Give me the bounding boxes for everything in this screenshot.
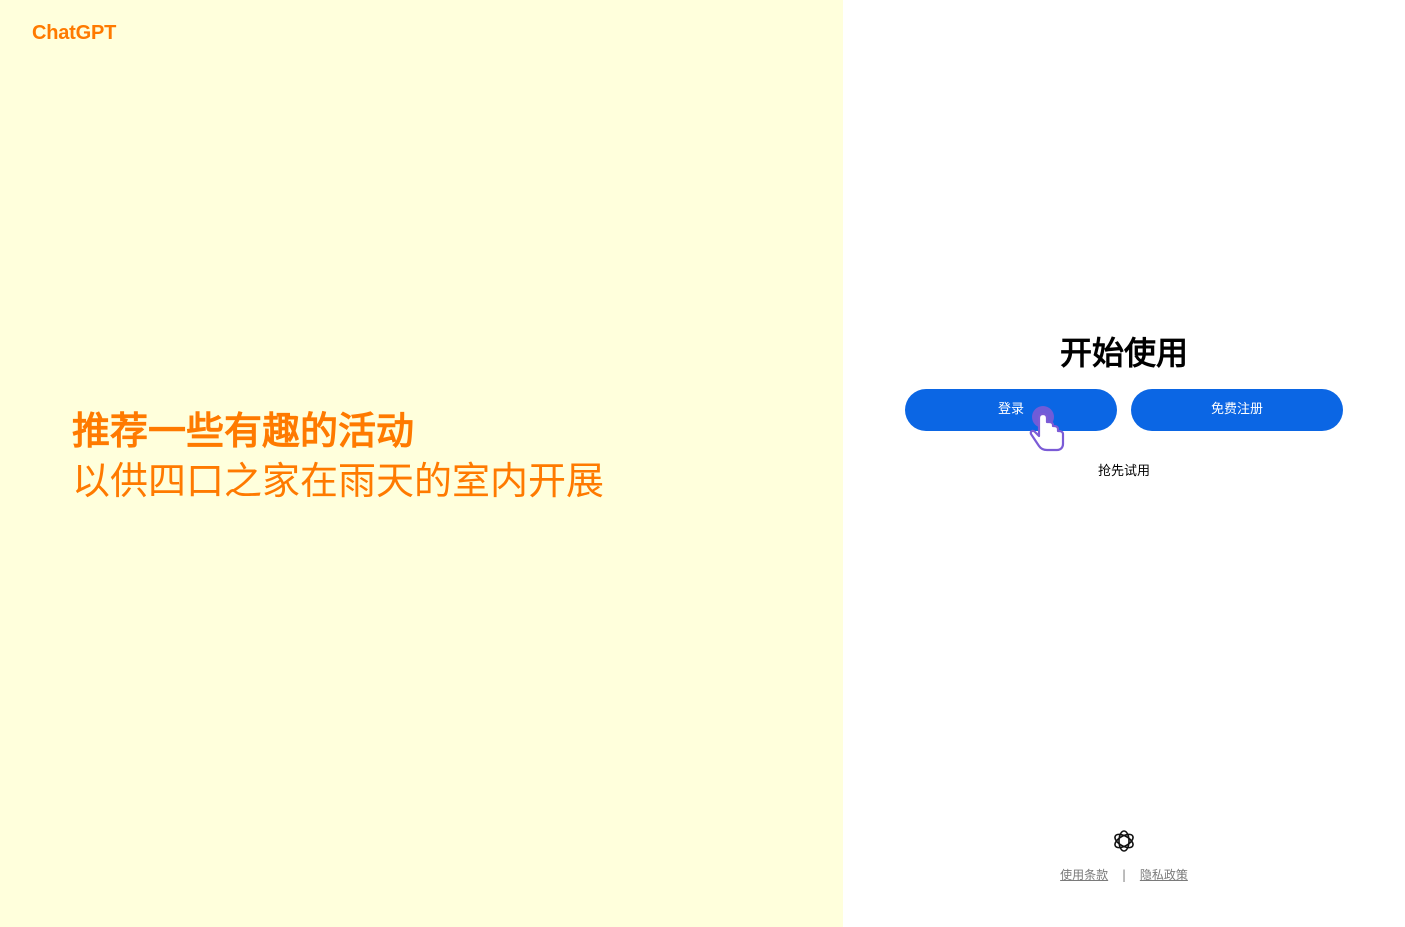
hero-panel: ChatGPT 推荐一些有趣的活动 以供四口之家在雨天的室内开展 <box>0 0 843 927</box>
login-button[interactable]: 登录 <box>905 389 1117 431</box>
try-first-link[interactable]: 抢先试用 <box>843 460 1405 479</box>
signup-button[interactable]: 免费注册 <box>1131 389 1343 431</box>
page: ChatGPT 推荐一些有趣的活动 以供四口之家在雨天的室内开展 开始使用 登录… <box>0 0 1405 927</box>
chatgpt-logo: ChatGPT <box>32 22 117 44</box>
hero-headline-line1: 推荐一些有趣的活动 <box>72 409 415 453</box>
openai-logo-icon <box>1114 830 1134 852</box>
hero-headline-line2: 以供四口之家在雨天的室内开展 <box>72 459 605 503</box>
footer: 使用条款 | 隐私政策 <box>843 828 1405 883</box>
footer-separator: | <box>1121 868 1127 882</box>
auth-title: 开始使用 <box>1059 334 1188 372</box>
footer-links: 使用条款 | 隐私政策 <box>843 866 1405 883</box>
privacy-link[interactable]: 隐私政策 <box>1140 868 1188 882</box>
hero-headline: 推荐一些有趣的活动 以供四口之家在雨天的室内开展 <box>72 406 604 506</box>
auth-panel: 开始使用 登录 免费注册 抢先试用 使用条款 | 隐私政策 <box>843 0 1405 927</box>
terms-link[interactable]: 使用条款 <box>1060 868 1108 882</box>
